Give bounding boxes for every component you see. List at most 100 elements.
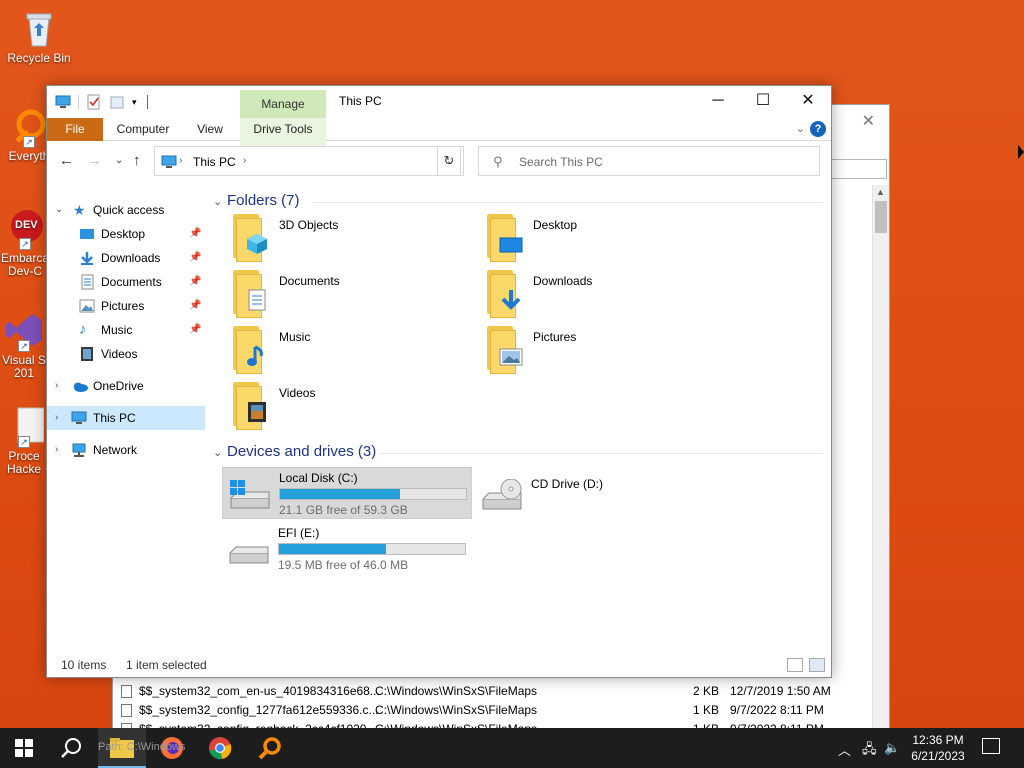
large-icons-view-icon[interactable] <box>809 658 825 672</box>
chevron-right-icon[interactable]: › <box>55 438 58 462</box>
help-icon[interactable]: ? <box>810 121 826 137</box>
chevron-down-icon[interactable]: ⌄ <box>55 198 63 222</box>
search-button[interactable] <box>48 728 96 768</box>
taskbar-chrome[interactable] <box>196 728 244 768</box>
network-icon <box>71 442 87 458</box>
sidebar-item-downloads[interactable]: Downloads 📌 <box>47 246 205 270</box>
drive-efi-e[interactable]: EFI (E:) 19.5 MB free of 46.0 MB <box>222 523 472 575</box>
back-arrow-icon[interactable]: ← <box>59 152 74 169</box>
pin-icon[interactable]: 📌 <box>189 246 201 270</box>
window-title: This PC <box>339 94 382 108</box>
sidebar-item-pictures[interactable]: Pictures 📌 <box>47 294 205 318</box>
chevron-down-icon[interactable]: ⌄ <box>213 446 227 459</box>
sidebar-item-desktop[interactable]: Desktop 📌 <box>47 222 205 246</box>
close-button[interactable]: ✕ <box>785 86 831 116</box>
folder-pictures[interactable]: Pictures <box>467 324 717 378</box>
tab-computer[interactable]: Computer <box>107 118 179 141</box>
sidebar-item-videos[interactable]: Videos <box>47 342 205 366</box>
title-bar[interactable]: ▾ Manage This PC ─ ☐ ✕ <box>47 86 831 118</box>
chevron-up-icon[interactable]: ︿ <box>838 740 851 759</box>
close-icon[interactable]: ✕ <box>862 111 875 131</box>
new-folder-icon[interactable] <box>109 94 125 110</box>
expand-ribbon-icon[interactable]: ⌄ <box>796 122 805 135</box>
clock[interactable]: 12:36 PM 6/21/2023 <box>906 732 970 764</box>
document-icon <box>248 289 266 311</box>
up-arrow-icon[interactable]: ↑ <box>133 152 141 169</box>
search-input[interactable]: ⚲ Search This PC <box>478 146 820 176</box>
customize-dropdown-icon[interactable]: ▾ <box>132 94 140 110</box>
nav-label: Downloads <box>101 251 161 265</box>
properties-icon[interactable] <box>86 94 102 110</box>
shortcut-arrow-icon: ↗ <box>18 340 30 352</box>
file-date: 9/7/2022 8:11 PM <box>730 703 824 717</box>
scrollbar-thumb[interactable] <box>875 201 887 233</box>
sidebar-item-network[interactable]: › Network <box>47 438 205 462</box>
drive-name: CD Drive (D:) <box>531 477 603 491</box>
folder-icon <box>233 270 269 318</box>
folder-label: Pictures <box>533 330 577 344</box>
scroll-up-icon[interactable]: ▲ <box>876 187 885 197</box>
explorer-window[interactable]: ▾ Manage This PC ─ ☐ ✕ File Computer Vie… <box>46 85 832 678</box>
tab-view[interactable]: View <box>187 118 233 141</box>
pin-icon[interactable]: 📌 <box>189 318 201 342</box>
volume-muted-icon[interactable]: 🔈 <box>884 740 900 756</box>
background-address-bar[interactable] <box>831 159 887 179</box>
windows-logo-icon <box>15 739 33 757</box>
forward-arrow-icon[interactable]: → <box>87 152 102 169</box>
computer-icon[interactable] <box>55 94 71 110</box>
this-pc-icon <box>161 155 177 172</box>
sidebar-item-this-pc[interactable]: › This PC <box>47 406 205 430</box>
taskbar-everything[interactable] <box>246 728 294 768</box>
shortcut-arrow-icon: ↗ <box>19 238 31 250</box>
folder-music[interactable]: Music <box>213 324 463 378</box>
folder-downloads[interactable]: Downloads <box>467 268 717 322</box>
table-row[interactable]: $$_system32_config_1277fa612e559336.c...… <box>119 701 859 720</box>
sidebar-item-music[interactable]: ♪ Music 📌 <box>47 318 205 342</box>
address-bar[interactable]: › This PC › ⌄ <box>154 146 464 176</box>
pictures-icon <box>79 298 95 314</box>
chrome-icon <box>209 737 232 760</box>
devices-group-header[interactable]: ⌄ Devices and drives (3) <box>213 443 376 460</box>
chevron-right-icon[interactable]: › <box>55 406 58 430</box>
file-icon <box>121 704 132 717</box>
desktop-icon-recycle-bin[interactable]: Recycle Bin <box>0 8 78 65</box>
maximize-button[interactable]: ☐ <box>740 86 786 116</box>
table-row[interactable]: $$_system32_com_en-us_4019834316e68... C… <box>119 682 859 701</box>
mouse-cursor <box>1018 145 1024 159</box>
pin-icon[interactable]: 📌 <box>189 270 201 294</box>
breadcrumb-separator-icon[interactable]: › <box>243 155 246 166</box>
breadcrumb-separator-icon[interactable]: › <box>179 155 182 166</box>
folder-videos[interactable]: Videos <box>213 380 463 434</box>
nav-label: Pictures <box>101 299 145 313</box>
pin-icon[interactable]: 📌 <box>189 294 201 318</box>
network-tray-icon[interactable]: 🖧 <box>862 740 877 762</box>
folders-group-header[interactable]: ⌄ Folders (7) <box>213 192 300 209</box>
folder-documents[interactable]: Documents <box>213 268 463 322</box>
nav-label: Documents <box>101 275 162 289</box>
nav-quick-access[interactable]: ⌄ ★ Quick access <box>47 198 205 222</box>
vertical-scrollbar[interactable]: ▲ <box>872 185 889 745</box>
sidebar-item-onedrive[interactable]: › OneDrive <box>47 374 205 398</box>
start-button[interactable] <box>0 728 48 768</box>
sidebar-item-documents[interactable]: Documents 📌 <box>47 270 205 294</box>
breadcrumb[interactable]: This PC <box>193 155 236 169</box>
notification-icon[interactable] <box>982 738 1000 754</box>
chevron-down-icon[interactable]: ⌄ <box>213 195 227 208</box>
file-name: $$_system32_com_en-us_4019834316e68... <box>139 684 380 698</box>
details-view-icon[interactable] <box>787 658 803 672</box>
chevron-right-icon[interactable]: › <box>55 374 58 398</box>
drive-usage-fill <box>279 544 387 554</box>
pin-icon[interactable]: 📌 <box>189 222 201 246</box>
minimize-button[interactable]: ─ <box>695 86 741 116</box>
folder-3d-objects[interactable]: 3D Objects <box>213 212 463 266</box>
drive-cd-d[interactable]: CD Drive (D:) <box>475 467 725 519</box>
drive-local-disk-c[interactable]: Local Disk (C:) 21.1 GB free of 59.3 GB <box>222 467 472 519</box>
toolbar-divider <box>78 95 79 109</box>
pictures-icon <box>499 348 523 366</box>
recent-locations-icon[interactable]: ⌄ <box>115 155 123 166</box>
refresh-button[interactable]: ↻ <box>437 146 461 176</box>
tab-file[interactable]: File <box>47 118 103 141</box>
folder-desktop[interactable]: Desktop <box>467 212 717 266</box>
nav-label: Network <box>93 443 138 457</box>
tab-manage[interactable]: Manage <box>240 90 326 118</box>
